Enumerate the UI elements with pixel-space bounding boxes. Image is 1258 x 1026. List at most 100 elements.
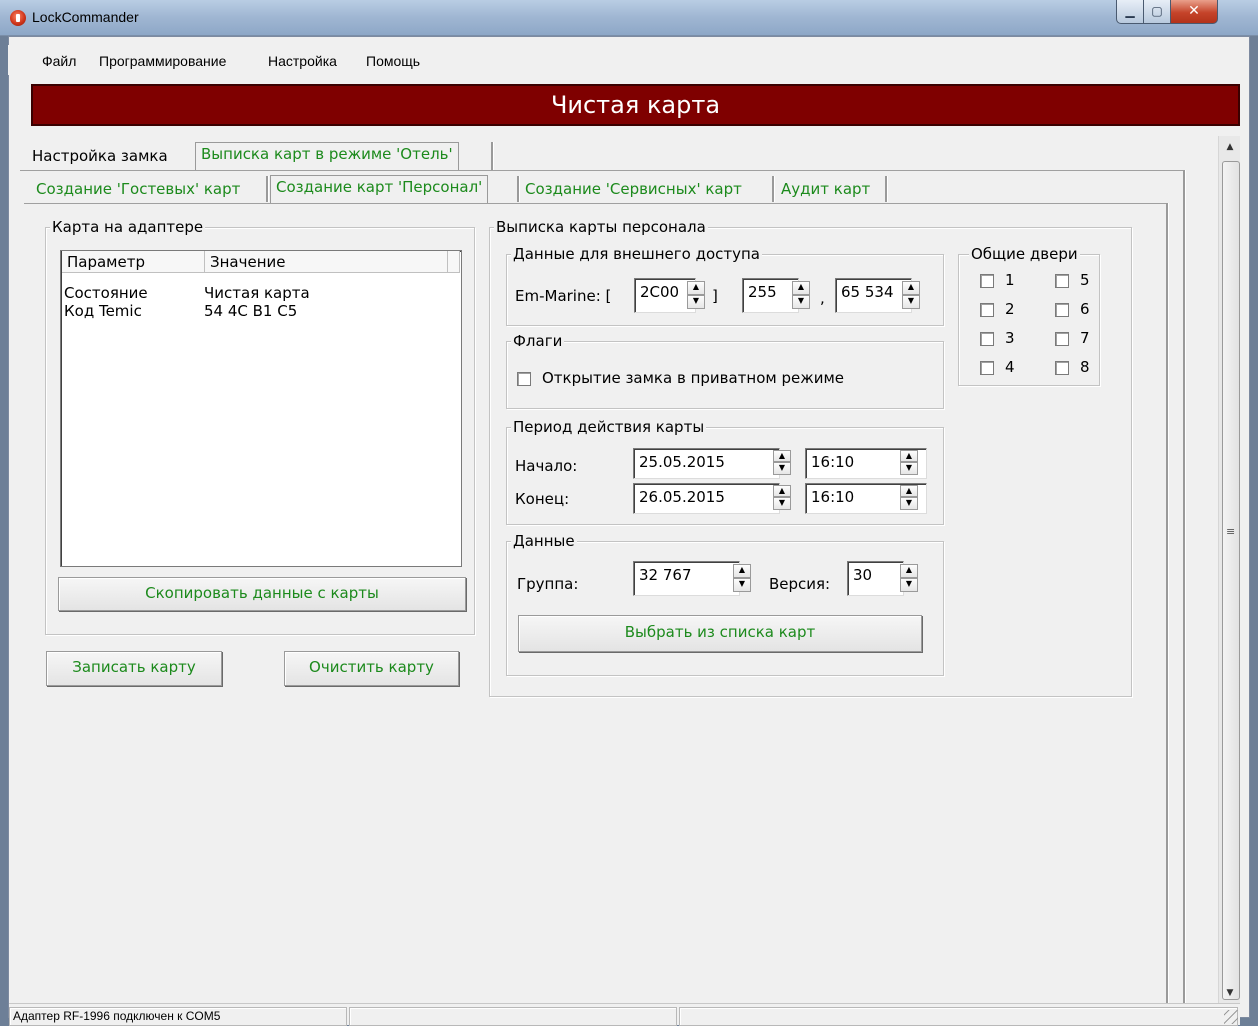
card-data-list[interactable]: Параметр Значение Состояние Чистая карта… [60,250,462,567]
close-button[interactable]: ✕ [1170,0,1218,24]
door-5-checkbox[interactable] [1055,274,1069,288]
copy-card-data-button[interactable]: Скопировать данные с карты [58,577,466,611]
door-5-label: 5 [1080,271,1090,289]
spin-down-icon[interactable]: ▼ [792,295,810,309]
select-from-list-button[interactable]: Выбрать из списка карт [518,615,922,652]
status-panel-2 [349,1007,677,1026]
app-icon [10,10,26,26]
external-access-legend: Данные для внешнего доступа [511,245,762,263]
spin-down-icon[interactable]: ▼ [733,578,751,592]
spin-down-icon[interactable]: ▼ [900,497,918,510]
panel-right-border [1183,170,1186,1003]
validity-legend: Период действия карты [511,418,707,436]
status-bar: Адаптер RF-1996 подключен к COM5 [9,1003,1240,1026]
subtab-panel-border [24,203,1167,204]
em-marine-spin-3[interactable]: ▲ ▼ [902,281,920,309]
end-time-spin[interactable]: ▲ ▼ [900,485,918,510]
tab-card-audit[interactable]: Аудит карт [776,178,875,200]
tab-panel-border [20,170,1183,171]
menu-file[interactable]: Файл [42,53,76,69]
start-date-field[interactable]: 25.05.2015 [633,448,780,479]
scroll-up-arrow-icon[interactable]: ▲ [1219,138,1241,156]
end-date-field[interactable]: 26.05.2015 [633,483,780,514]
spin-down-icon[interactable]: ▼ [900,462,918,475]
menu-settings[interactable]: Настройка [268,53,337,69]
em-marine-field-3[interactable]: 65 534 [835,278,912,313]
door-1-label: 1 [1005,271,1015,289]
door-3-checkbox[interactable] [980,332,994,346]
tab-service-cards[interactable]: Создание 'Сервисных' карт [520,178,747,200]
row-value: 54 4C B1 C5 [204,302,298,320]
door-4-label: 4 [1005,358,1015,376]
door-6-label: 6 [1080,300,1090,318]
table-row[interactable]: Код Temic 54 4C B1 C5 [64,302,297,320]
maximize-button[interactable]: ▢ [1143,0,1171,24]
version-spin[interactable]: ▲ ▼ [900,564,918,592]
write-card-button[interactable]: Записать карту [46,651,222,686]
version-field[interactable]: 30 [847,561,904,596]
start-label: Начало: [515,457,578,475]
group-field[interactable]: 32 767 [633,561,740,596]
title-bar: LockCommander ▁ ▢ ✕ [0,0,1258,36]
vertical-scrollbar[interactable]: ▲ ≡ ▼ [1218,136,1240,1004]
door-2-checkbox[interactable] [980,303,994,317]
validity-group: Период действия карты Начало: 25.05.2015… [506,418,944,525]
table-row[interactable]: Состояние Чистая карта [64,284,310,302]
group-label: Группа: [517,575,579,593]
card-status-banner: Чистая карта [31,84,1240,126]
spin-up-icon[interactable]: ▲ [900,450,918,462]
row-param: Состояние [64,284,148,302]
spin-down-icon[interactable]: ▼ [773,462,791,475]
em-marine-field-2[interactable]: 255 [742,278,799,313]
minimize-button[interactable]: ▁ [1116,0,1144,24]
door-1-checkbox[interactable] [980,274,994,288]
private-mode-checkbox[interactable] [517,372,531,386]
bracket-close: ] [712,287,718,305]
tab-lock-settings[interactable]: Настройка замка [27,145,173,167]
end-date-spin[interactable]: ▲ ▼ [773,485,791,510]
spin-up-icon[interactable]: ▲ [902,281,920,295]
row-value: Чистая карта [204,284,310,302]
em-marine-spin-1[interactable]: ▲ ▼ [687,281,705,309]
em-marine-label: Em-Marine: [ [515,287,612,305]
row-param: Код Temic [64,302,142,320]
clear-card-button[interactable]: Очистить карту [284,651,459,686]
spin-up-icon[interactable]: ▲ [773,485,791,497]
tab-divider [491,142,494,170]
common-doors-legend: Общие двери [969,245,1080,263]
scroll-down-arrow-icon[interactable]: ▼ [1219,984,1241,1002]
group-spin[interactable]: ▲ ▼ [733,564,751,592]
column-header-value[interactable]: Значение [205,251,448,273]
spin-up-icon[interactable]: ▲ [773,450,791,462]
door-7-label: 7 [1080,329,1090,347]
spin-up-icon[interactable]: ▲ [792,281,810,295]
start-date-spin[interactable]: ▲ ▼ [773,450,791,475]
spin-up-icon[interactable]: ▲ [733,564,751,578]
spin-up-icon[interactable]: ▲ [687,281,705,295]
spin-up-icon[interactable]: ▲ [900,485,918,497]
tab-hotel-mode[interactable]: Выписка карт в режиме 'Отель' [195,142,459,171]
resize-grip-icon[interactable] [1224,1010,1238,1024]
menu-programming[interactable]: Программирование [99,53,226,69]
spin-down-icon[interactable]: ▼ [773,497,791,510]
spin-down-icon[interactable]: ▼ [900,578,918,592]
staff-card-legend: Выписка карты персонала [494,218,708,236]
door-8-checkbox[interactable] [1055,361,1069,375]
tab-guest-cards[interactable]: Создание 'Гостевых' карт [31,178,245,200]
private-mode-label: Открытие замка в приватном режиме [542,369,845,387]
column-header-param[interactable]: Параметр [62,251,205,273]
spin-up-icon[interactable]: ▲ [900,564,918,578]
em-marine-spin-2[interactable]: ▲ ▼ [792,281,810,309]
common-doors-group: Общие двери 1 2 3 4 5 6 7 8 [958,245,1100,386]
tab-staff-cards[interactable]: Создание карт 'Персонал' [270,175,489,204]
menu-help[interactable]: Помощь [366,53,420,69]
spin-down-icon[interactable]: ▼ [902,295,920,309]
start-time-spin[interactable]: ▲ ▼ [900,450,918,475]
tab-divider [772,176,775,202]
door-4-checkbox[interactable] [980,361,994,375]
door-6-checkbox[interactable] [1055,303,1069,317]
tab-divider [266,176,269,202]
scroll-thumb[interactable]: ≡ [1222,161,1240,1000]
door-7-checkbox[interactable] [1055,332,1069,346]
spin-down-icon[interactable]: ▼ [687,295,705,309]
